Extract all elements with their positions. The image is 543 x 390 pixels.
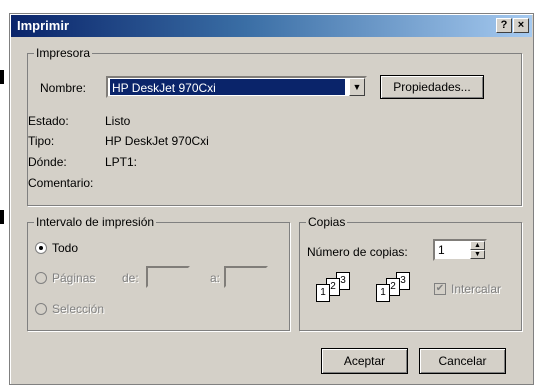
printer-name-select[interactable]: HP DeskJet 970Cxi ▼ [106,76,367,98]
radio-selected-dot [39,246,43,250]
printer-group: Impresora Nombre: HP DeskJet 970Cxi ▼ Pr… [27,46,522,206]
collate-label[interactable]: Intercalar [451,282,501,296]
comment-label: Comentario: [28,176,94,190]
print-range-legend: Intervalo de impresión [34,215,157,229]
spin-up-icon[interactable]: ▲ [470,241,485,250]
print-dialog: Imprimir ? × Impresora Nombre: HP DeskJe… [9,13,534,385]
spinner-buttons: ▲ ▼ [470,241,485,259]
background-edge-mark [0,70,4,84]
checkmark-icon: ✔ [435,283,445,294]
type-value: HP DeskJet 970Cxi [105,134,209,148]
from-label: de: [122,271,139,285]
copies-legend: Copias [306,215,348,229]
print-range-group: Intervalo de impresión Todo Páginas de: … [27,215,290,331]
type-label: Tipo: [28,134,55,148]
help-icon: ? [500,19,508,31]
radio-all-label[interactable]: Todo [52,241,78,255]
background-edge-mark [0,210,4,224]
page-3-icon: 1 [316,284,330,302]
properties-button-label: Propiedades... [393,80,471,94]
radio-selection-label[interactable]: Selección [52,302,104,316]
printer-group-legend: Impresora [34,46,93,60]
spin-down-icon[interactable]: ▼ [470,250,485,259]
from-page-field[interactable] [146,266,190,288]
ok-button[interactable]: Aceptar [321,348,408,374]
cancel-button-label: Cancelar [438,354,487,368]
title-bar: Imprimir ? × [11,15,532,37]
help-button[interactable]: ? [496,18,512,33]
radio-selection[interactable] [35,303,47,315]
copies-group: Copias Número de copias: 1 ▲ ▼ 3 2 1 3 2… [299,215,522,331]
printer-name-value: HP DeskJet 970Cxi [110,79,345,95]
properties-button[interactable]: Propiedades... [380,75,484,99]
to-label: a: [210,271,221,285]
cancel-button[interactable]: Cancelar [419,348,506,374]
radio-pages[interactable] [35,272,47,284]
printer-name-label: Nombre: [40,81,87,95]
radio-all[interactable] [35,242,47,254]
where-label: Dónde: [28,155,67,169]
page-3-icon: 1 [376,284,390,302]
close-button[interactable]: × [513,18,529,33]
collate-checkbox[interactable]: ✔ [434,283,446,295]
chevron-down-icon[interactable]: ▼ [349,78,365,96]
copies-count-value[interactable]: 1 [438,243,445,257]
to-page-field[interactable] [224,266,268,288]
status-label: Estado: [28,114,69,128]
status-value: Listo [105,114,131,128]
ok-button-label: Aceptar [343,354,386,368]
radio-pages-label[interactable]: Páginas [52,271,95,285]
window-title: Imprimir [17,18,70,33]
where-value: LPT1: [105,155,138,169]
copies-count-label: Número de copias: [307,245,408,259]
close-icon: × [517,19,525,31]
copies-count-spinner[interactable]: 1 ▲ ▼ [433,239,487,261]
